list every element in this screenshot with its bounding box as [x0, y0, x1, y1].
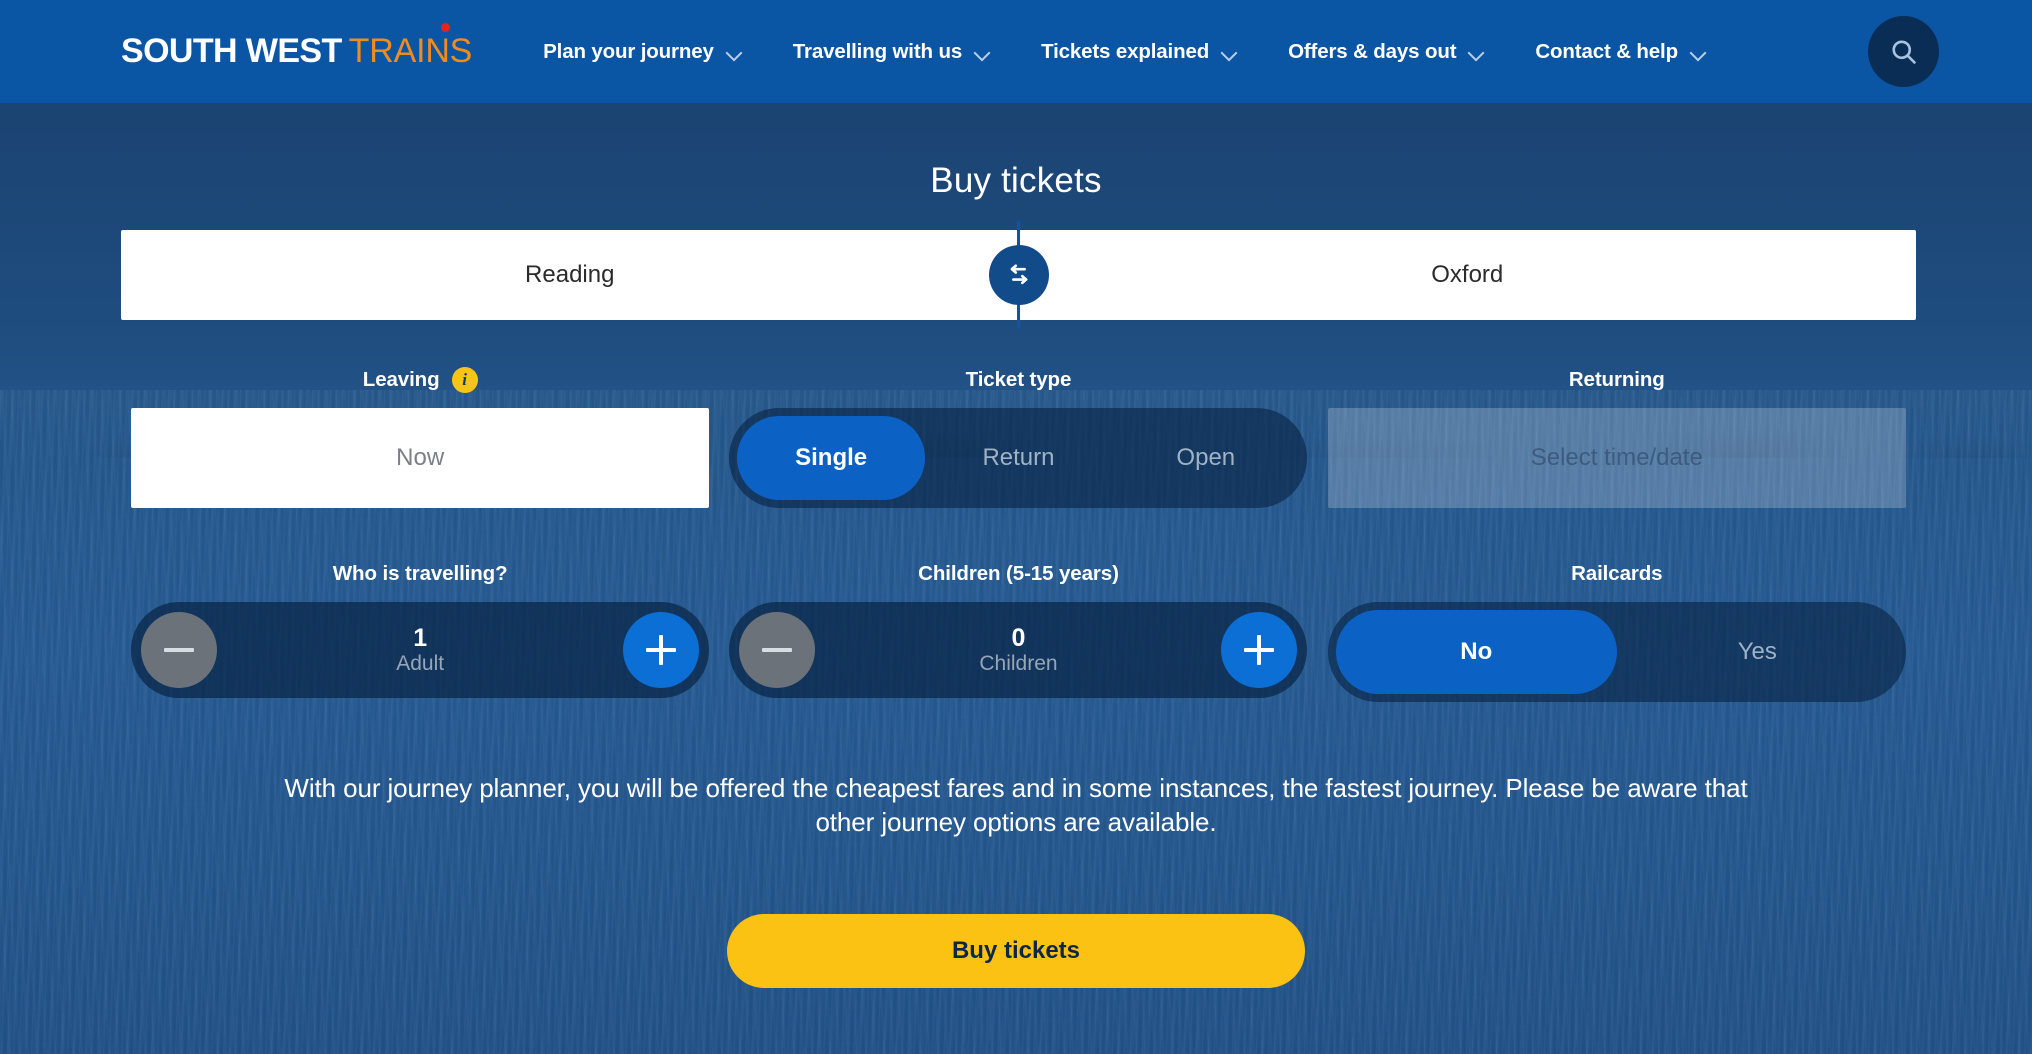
nav-item-plan-your-journey[interactable]: Plan your journey	[518, 0, 768, 103]
site-logo[interactable]: SOUTH WEST TRAINS	[121, 23, 473, 71]
origin-station-input[interactable]	[121, 230, 1019, 320]
adult-count-value: 1	[413, 624, 428, 653]
children-count-stepper: 0 Children	[729, 602, 1308, 698]
search-button[interactable]	[1868, 16, 1939, 87]
station-selection-row	[121, 221, 1916, 329]
railcards-option-yes[interactable]: Yes	[1617, 610, 1898, 694]
ticket-type-option-return[interactable]: Return	[925, 416, 1112, 500]
adults-label-col: Who is travelling?	[121, 560, 719, 588]
nav-item-label: Travelling with us	[792, 39, 963, 63]
secondary-fields-row: 1 Adult 0 Children No Yes	[121, 602, 1916, 702]
ticket-type-field-col: Single Return Open	[719, 408, 1317, 508]
children-label: Children (5-15 years)	[918, 562, 1119, 585]
nav-item-label: Tickets explained	[1041, 39, 1210, 63]
primary-fields-row: Now Single Return Open Select time/date	[121, 408, 1916, 508]
decrease-adults-button[interactable]	[141, 612, 218, 688]
page-title: Buy tickets	[930, 161, 1102, 200]
nav-item-travelling-with-us[interactable]: Travelling with us	[768, 0, 1016, 103]
returning-label-col: Returning	[1318, 366, 1916, 394]
leaving-field-col: Now	[121, 408, 719, 508]
nav-item-tickets-explained[interactable]: Tickets explained	[1016, 0, 1263, 103]
journey-planner-note: With our journey planner, you will be of…	[284, 773, 1748, 838]
chevron-down-icon	[1222, 47, 1238, 56]
ticket-type-label-col: Ticket type	[719, 366, 1317, 394]
leaving-time-field[interactable]: Now	[131, 408, 710, 508]
returning-label: Returning	[1568, 368, 1665, 391]
ticket-type-label: Ticket type	[965, 368, 1072, 391]
adult-count-stepper: 1 Adult	[131, 602, 710, 698]
buy-tickets-button[interactable]: Buy tickets	[727, 914, 1305, 988]
children-label-col: Children (5-15 years)	[719, 560, 1317, 588]
leaving-label: Leaving	[362, 368, 440, 391]
leaving-label-col: Leaving i	[121, 366, 719, 394]
nav-item-label: Contact & help	[1535, 39, 1678, 63]
returning-time-field[interactable]: Select time/date	[1327, 408, 1906, 508]
swap-stations-button[interactable]	[988, 245, 1049, 305]
chevron-down-icon	[1469, 47, 1485, 56]
plus-icon-vertical	[1257, 635, 1262, 665]
railcards-label: Railcards	[1571, 562, 1663, 585]
booking-hero: Buy tickets Leaving	[0, 103, 2032, 1054]
children-field-col: 0 Children	[719, 602, 1317, 702]
children-count-unit: Children	[979, 652, 1058, 676]
returning-field-col: Select time/date	[1318, 408, 1916, 508]
ticket-type-option-single[interactable]: Single	[737, 416, 925, 500]
destination-station-input[interactable]	[1018, 230, 1916, 320]
who-is-travelling-label: Who is travelling?	[332, 562, 508, 585]
page-root: SOUTH WEST TRAINS Plan your journey Trav…	[0, 0, 2032, 1054]
railcards-option-no[interactable]: No	[1335, 610, 1617, 694]
nav-item-contact-and-help[interactable]: Contact & help	[1510, 0, 1732, 103]
chevron-down-icon	[975, 47, 991, 56]
nav-item-label: Offers & days out	[1288, 39, 1457, 63]
booking-form: Leaving i Ticket type Returning Now	[121, 221, 1916, 702]
logo-secondary-label: TRAINS	[348, 32, 473, 70]
plus-icon-vertical	[659, 635, 664, 665]
railcards-toggle: No Yes	[1327, 602, 1906, 702]
ticket-type-option-open[interactable]: Open	[1112, 416, 1299, 500]
logo-red-dot-icon	[441, 23, 451, 32]
main-menu: Plan your journey Travelling with us Tic…	[518, 0, 1732, 103]
primary-labels-row: Leaving i Ticket type Returning	[121, 366, 1916, 394]
minus-icon	[762, 648, 793, 652]
decrease-children-button[interactable]	[739, 612, 816, 688]
secondary-labels-row: Who is travelling? Children (5-15 years)…	[121, 560, 1916, 588]
chevron-down-icon	[727, 47, 743, 56]
adult-count-unit: Adult	[396, 652, 445, 676]
railcards-field-col: No Yes	[1318, 602, 1916, 702]
leaving-label-group: Leaving i	[121, 366, 719, 394]
children-count-display: 0 Children	[815, 624, 1221, 676]
adults-field-col: 1 Adult	[121, 602, 719, 702]
info-icon[interactable]: i	[451, 367, 478, 393]
increase-children-button[interactable]	[1221, 612, 1298, 688]
search-icon	[1891, 39, 1916, 64]
logo-primary-text: SOUTH WEST	[121, 32, 342, 70]
swap-arrows-icon	[1010, 264, 1027, 285]
logo-secondary-text: TRAINS	[348, 23, 473, 71]
nav-item-label: Plan your journey	[543, 39, 714, 63]
chevron-down-icon	[1691, 47, 1707, 56]
increase-adults-button[interactable]	[623, 612, 700, 688]
minus-icon	[164, 648, 195, 652]
children-count-value: 0	[1011, 624, 1026, 653]
ticket-type-toggle: Single Return Open	[729, 408, 1308, 508]
adult-count-display: 1 Adult	[217, 624, 623, 676]
nav-item-offers-and-days-out[interactable]: Offers & days out	[1263, 0, 1510, 103]
railcards-label-col: Railcards	[1318, 560, 1916, 588]
top-navigation-bar: SOUTH WEST TRAINS Plan your journey Trav…	[0, 0, 2032, 103]
